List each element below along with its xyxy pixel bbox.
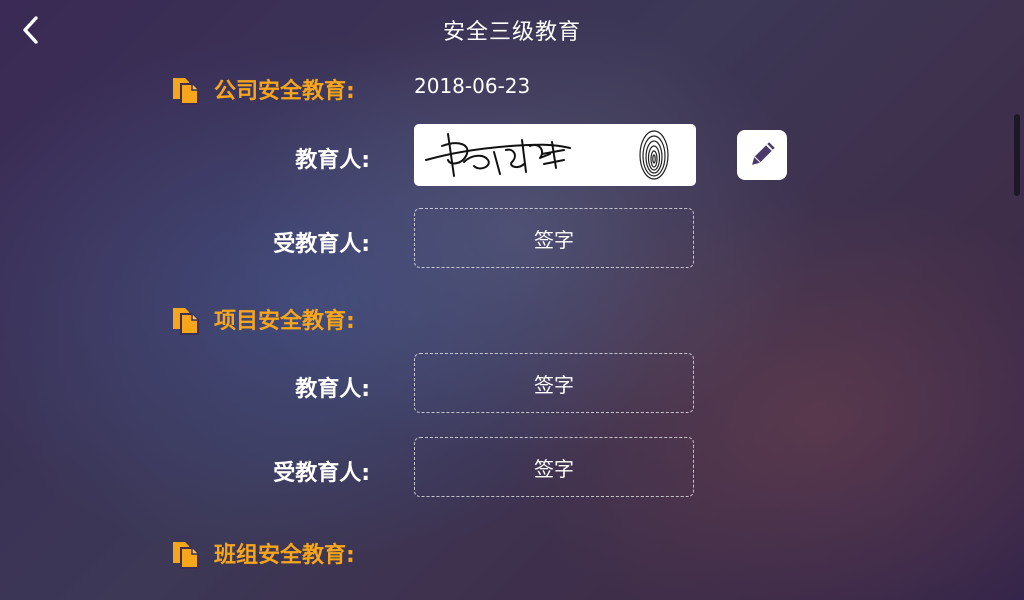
section-team-label: 班组安全教育: <box>214 543 355 568</box>
educatee-sign-button[interactable]: 签字 <box>414 208 694 268</box>
document-copy-icon <box>173 78 199 105</box>
document-copy-icon <box>173 542 199 569</box>
scrollbar[interactable] <box>1014 114 1020 196</box>
pencil-icon <box>752 142 775 165</box>
document-copy-icon <box>173 308 199 335</box>
section-project-header: 项目安全教育: <box>170 302 355 336</box>
education-date: 2018-06-23 <box>414 74 531 98</box>
educatee-label: 受教育人: <box>273 461 370 486</box>
fingerprint-icon <box>639 130 669 180</box>
section-project-label: 项目安全教育: <box>214 309 355 334</box>
page-title: 安全三级教育 <box>442 20 581 45</box>
edit-signature-button[interactable] <box>737 130 787 180</box>
header-bar: 安全三级教育 <box>0 0 1024 60</box>
section-company-label: 公司安全教育: <box>214 79 355 104</box>
educator-label: 教育人: <box>295 377 370 402</box>
educator-sign-button[interactable]: 签字 <box>414 353 694 413</box>
section-team-header: 班组安全教育: <box>170 536 355 570</box>
signature-drawing <box>425 130 669 180</box>
educatee-sign-button[interactable]: 签字 <box>414 437 694 497</box>
educator-label: 教育人: <box>295 148 370 173</box>
educator-signature-image[interactable] <box>414 124 696 186</box>
educatee-label: 受教育人: <box>273 232 370 257</box>
section-company-header: 公司安全教育: <box>170 72 355 106</box>
